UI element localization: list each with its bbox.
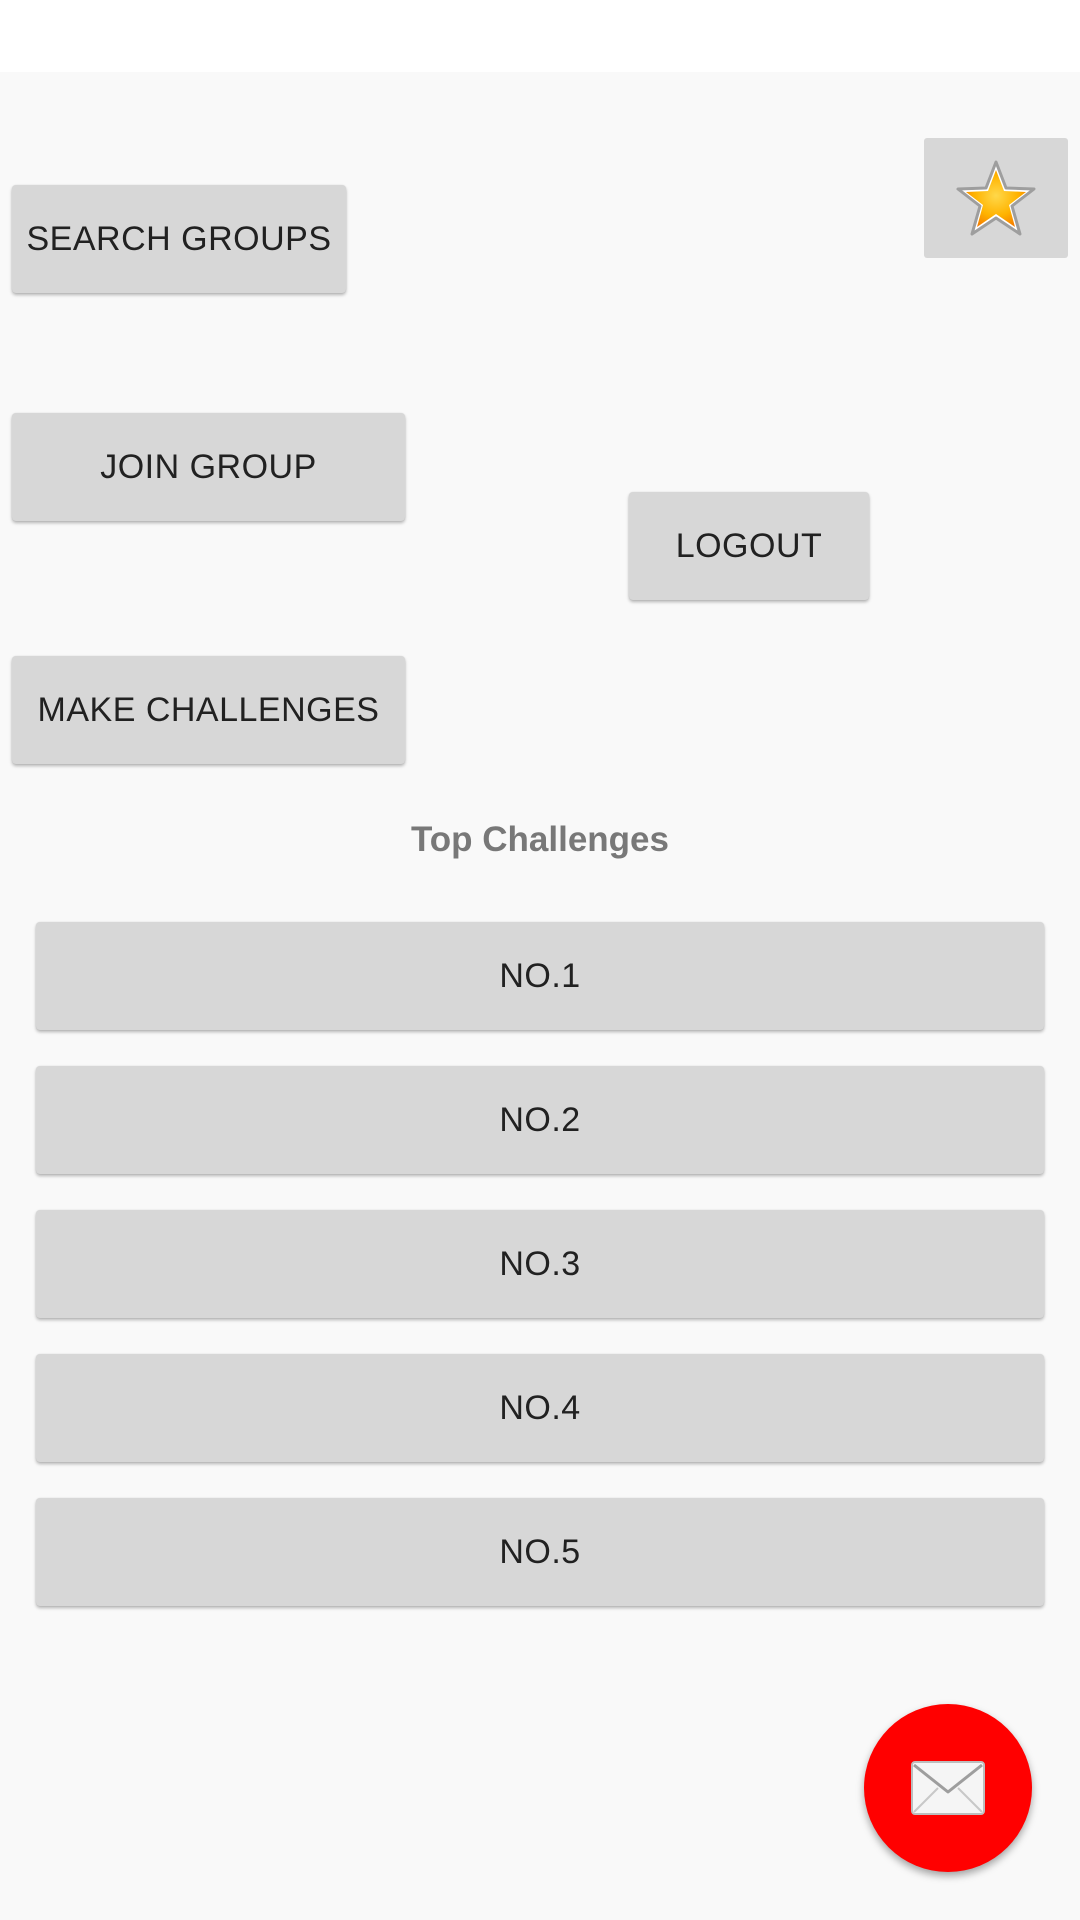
favorite-button[interactable]	[924, 138, 1068, 258]
make-challenges-button[interactable]: MAKE CHALLENGES	[12, 656, 405, 764]
join-group-button[interactable]: JOIN GROUP	[12, 413, 405, 521]
challenge-rank-2-button[interactable]: NO.2	[36, 1066, 1044, 1174]
challenge-rank-3-button[interactable]: NO.3	[36, 1210, 1044, 1318]
challenge-rank-5-button[interactable]: NO.5	[36, 1498, 1044, 1606]
status-bar	[0, 0, 1080, 72]
star-icon	[956, 160, 1036, 236]
challenge-rank-4-button[interactable]: NO.4	[36, 1354, 1044, 1462]
mail-fab-button[interactable]	[864, 1704, 1032, 1872]
search-groups-button[interactable]: SEARCH GROUPS	[12, 185, 346, 293]
challenge-rank-1-button[interactable]: NO.1	[36, 922, 1044, 1030]
logout-button[interactable]: LOGOUT	[629, 492, 869, 600]
mail-icon	[911, 1761, 985, 1815]
top-challenges-title: Top Challenges	[411, 820, 669, 859]
